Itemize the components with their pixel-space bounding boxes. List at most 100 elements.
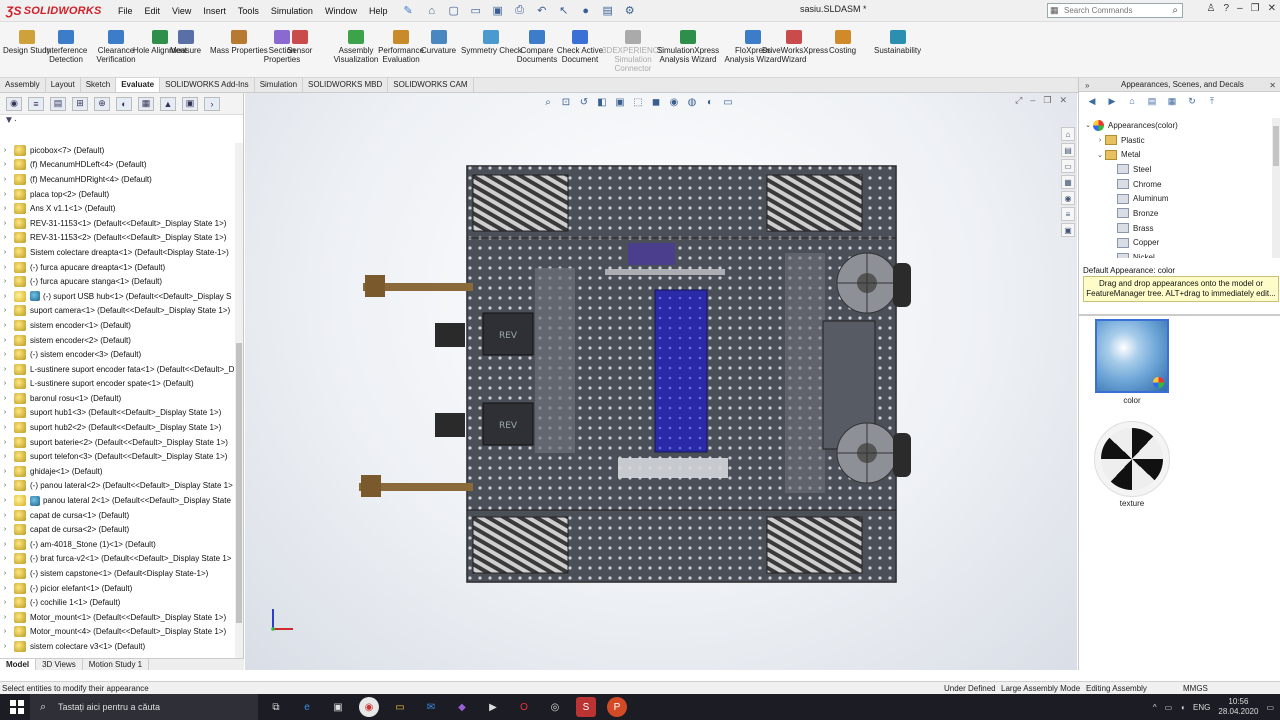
expand-arrow-icon[interactable]: ›: [0, 643, 10, 650]
language-indicator[interactable]: ENG: [1193, 703, 1210, 712]
tree-item[interactable]: › L-sustinere suport encoder spate<1> (De…: [0, 377, 236, 392]
expand-arrow-icon[interactable]: ›: [0, 395, 10, 402]
file-properties-icon[interactable]: ▤: [599, 3, 617, 19]
minimize-icon[interactable]: –: [1237, 3, 1243, 14]
taskbar-search-box[interactable]: ⌕ Tastați aici pentru a căuta: [30, 694, 258, 720]
menu-item-insert[interactable]: Insert: [197, 6, 232, 16]
expand-arrow-icon[interactable]: ›: [0, 205, 10, 212]
ribbon-costing-button[interactable]: Costing: [829, 30, 856, 55]
media-player-icon[interactable]: ▶: [483, 697, 503, 717]
print-icon[interactable]: ⎙: [511, 3, 529, 19]
opera-icon[interactable]: O: [514, 697, 534, 717]
expand-arrow-icon[interactable]: ›: [0, 264, 10, 271]
appearance-tree-item[interactable]: ⌄ Appearances(color): [1079, 118, 1273, 133]
ribbon-sustainability-button[interactable]: Sustainability: [874, 30, 921, 55]
bottom-tab-model[interactable]: Model: [0, 659, 37, 670]
appearance-tree-item[interactable]: Copper: [1079, 236, 1273, 251]
pin-icon[interactable]: ✎: [403, 4, 412, 17]
solidworks-taskbar-icon[interactable]: S: [576, 697, 596, 717]
volume-icon[interactable]: ◖: [1180, 703, 1185, 712]
expand-arrow-icon[interactable]: ›: [0, 614, 10, 621]
expand-arrow-icon[interactable]: ›: [0, 453, 10, 460]
expand-panel-icon[interactable]: ›: [204, 96, 220, 111]
tab-assembly[interactable]: Assembly: [0, 78, 46, 92]
create-library-icon[interactable]: ▦: [1165, 95, 1179, 107]
undo-icon[interactable]: ↶: [533, 3, 551, 19]
expand-arrow-icon[interactable]: ›: [0, 526, 10, 533]
expand-arrow-icon[interactable]: ›: [0, 337, 10, 344]
tree-item[interactable]: › sistem colectare v3<1> (Default): [0, 639, 236, 654]
pin-pane-icon[interactable]: ✕: [1269, 79, 1276, 93]
visual-studio-icon[interactable]: ◆: [452, 697, 472, 717]
home-icon[interactable]: ⌂: [423, 3, 441, 19]
custom-properties-icon[interactable]: ≡: [1061, 207, 1075, 221]
tree-item[interactable]: › REV-31-1153<1> (Default<<Default>_Displ…: [0, 216, 236, 231]
tab-evaluate[interactable]: Evaluate: [116, 78, 161, 92]
scrollbar-thumb[interactable]: [1273, 126, 1279, 166]
clock[interactable]: 10:56 28.04.2020: [1218, 697, 1258, 717]
expand-arrow-icon[interactable]: ›: [0, 555, 10, 562]
scrollbar-thumb[interactable]: [236, 343, 242, 623]
tab-simulation[interactable]: Simulation: [255, 78, 304, 92]
tree-item[interactable]: › (-) furca apucare dreapta<1> (Default): [0, 260, 236, 275]
appearance-tree-item[interactable]: › Plastic: [1079, 133, 1273, 148]
appearance-tree-scrollbar[interactable]: [1272, 118, 1280, 258]
restore-icon[interactable]: ❐: [1251, 3, 1260, 14]
collapse-pane-icon[interactable]: »: [1085, 79, 1089, 93]
expand-arrow-icon[interactable]: ›: [0, 585, 10, 592]
up-folder-icon[interactable]: ⤒: [1205, 95, 1219, 107]
add-location-icon[interactable]: ▤: [1145, 95, 1159, 107]
windows-start-icon[interactable]: [10, 700, 24, 714]
feature-tree-scrollbar[interactable]: [235, 143, 243, 663]
expand-arrow-icon[interactable]: ›: [0, 512, 10, 519]
tree-item[interactable]: › (f) MecanumHDRight<4> (Default): [0, 172, 236, 187]
expand-arrow-icon[interactable]: ›: [0, 220, 10, 227]
dim-xpert-icon[interactable]: ⊕: [94, 96, 110, 111]
expand-arrow-icon[interactable]: ›: [0, 468, 10, 475]
expand-arrow-icon[interactable]: ›: [0, 278, 10, 285]
search-commands-input[interactable]: ▦ Search Commands ⌕: [1047, 3, 1183, 18]
tree-item[interactable]: › capat de cursa<1> (Default): [0, 508, 236, 523]
tree-item[interactable]: › baronul rosu<1> (Default): [0, 391, 236, 406]
appearance-tree-item[interactable]: Brass: [1079, 221, 1273, 236]
menu-item-edit[interactable]: Edit: [139, 6, 167, 16]
appearance-tab-icon[interactable]: ◉: [6, 96, 22, 111]
user-icon[interactable]: ♙: [1207, 3, 1216, 14]
tab-solidworks-add-ins[interactable]: SOLIDWORKS Add-Ins: [160, 78, 255, 92]
simulation-manager-icon[interactable]: ▲: [160, 96, 176, 111]
expand-arrow-icon[interactable]: ›: [0, 249, 10, 256]
bottom-tab-3d-views[interactable]: 3D Views: [36, 659, 83, 670]
appearance-tree-item[interactable]: ⌄ Metal: [1079, 147, 1273, 162]
expand-arrow-icon[interactable]: ›: [0, 307, 10, 314]
tree-item[interactable]: › Ans X v1.1<1> (Default): [0, 201, 236, 216]
menu-item-tools[interactable]: Tools: [232, 6, 265, 16]
tree-item[interactable]: › placa top<2> (Default): [0, 187, 236, 202]
color-swatch[interactable]: [1095, 319, 1169, 393]
appearance-tree-item[interactable]: Aluminum: [1079, 191, 1273, 206]
pane-splitter[interactable]: [1079, 314, 1280, 316]
ribbon-curvature-button[interactable]: Curvature: [421, 30, 456, 55]
select-pointer-icon[interactable]: ↖: [555, 3, 573, 19]
forward-icon[interactable]: ▶: [1105, 95, 1119, 107]
tree-item[interactable]: › panou lateral 2<1> (Default<<Default>_D…: [0, 493, 236, 508]
expand-arrow-icon[interactable]: ›: [0, 570, 10, 577]
appearance-tree-item[interactable]: Steel: [1079, 162, 1273, 177]
tree-item[interactable]: › suport telefon<3> (Default<<Default>_Di…: [0, 449, 236, 464]
expand-arrow-icon[interactable]: ›: [0, 380, 10, 387]
solidworks-resources-icon[interactable]: ⌂: [1061, 127, 1075, 141]
tree-item[interactable]: › picobox<7> (Default): [0, 143, 236, 158]
tree-item[interactable]: › (-) cochilie 1<1> (Default): [0, 595, 236, 610]
tree-item[interactable]: › (-) sistem capstone<1> (Default<Display…: [0, 566, 236, 581]
expand-arrow-icon[interactable]: ›: [0, 322, 10, 329]
menu-item-view[interactable]: View: [166, 6, 197, 16]
tree-item[interactable]: › sistem encoder<1> (Default): [0, 318, 236, 333]
tree-item[interactable]: › (-) panou lateral<2> (Default<<Default>…: [0, 479, 236, 494]
tree-item[interactable]: › REV-31-1153<2> (Default<<Default>_Displ…: [0, 231, 236, 246]
ribbon-driveworksxpress-wizard-button[interactable]: DriveWorksXpress Wizard: [762, 30, 828, 64]
expand-arrow-icon[interactable]: ›: [0, 147, 10, 154]
expand-arrow-icon[interactable]: ›: [0, 176, 10, 183]
powerpoint-icon[interactable]: P: [607, 697, 627, 717]
refresh-icon[interactable]: ↻: [1185, 95, 1199, 107]
solidworks-forum-icon[interactable]: ▣: [1061, 223, 1075, 237]
ribbon-simulationxpress-analysis-wizard-button[interactable]: SimulationXpress Analysis Wizard: [656, 30, 720, 64]
